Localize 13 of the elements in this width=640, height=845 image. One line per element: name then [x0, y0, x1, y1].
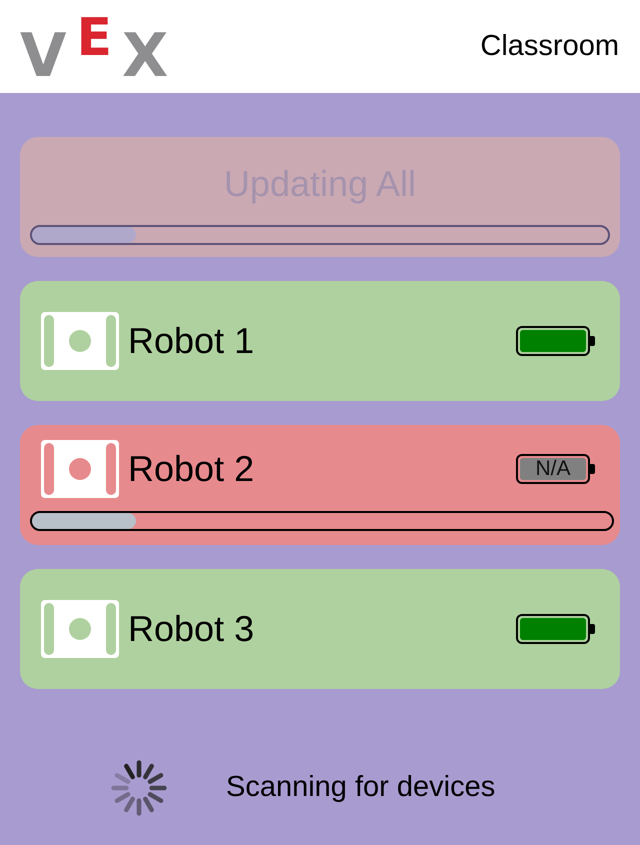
robot-name: Robot 2 — [128, 447, 256, 491]
robot-brain-icon — [40, 439, 120, 499]
robot-brain-icon — [40, 599, 120, 659]
robot-card[interactable]: Robot 3 — [20, 569, 620, 689]
robot-name: Robot 1 — [128, 319, 256, 363]
robot-brain-icon — [40, 311, 120, 371]
robot-card[interactable]: Robot 2 N/A — [20, 425, 620, 545]
robot-name: Robot 3 — [128, 607, 256, 651]
battery-icon — [516, 614, 596, 644]
battery-icon — [516, 326, 596, 356]
status-text: Scanning for devices — [226, 770, 496, 806]
robot-card[interactable]: Robot 1 — [20, 281, 620, 401]
page-title: Classroom — [480, 28, 619, 64]
